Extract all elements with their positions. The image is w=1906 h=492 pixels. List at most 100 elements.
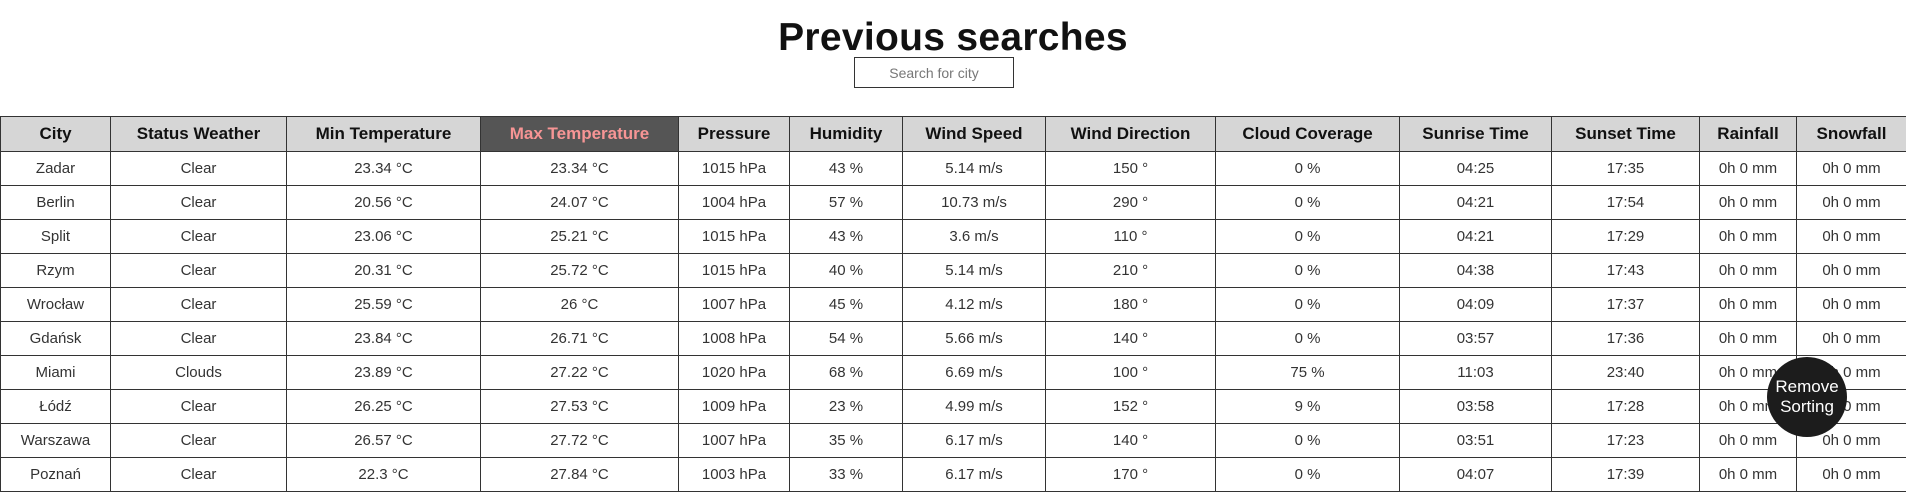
- cell-sunset: 17:37: [1551, 287, 1700, 322]
- column-header-wind-direction[interactable]: Wind Direction: [1045, 116, 1216, 152]
- column-header-cloud[interactable]: Cloud Coverage: [1215, 116, 1400, 152]
- cell-pressure: 1008 hPa: [678, 321, 790, 356]
- cell-min-temp: 26.25 °C: [286, 389, 481, 424]
- cell-status: Clear: [110, 253, 287, 288]
- column-header-humidity[interactable]: Humidity: [789, 116, 903, 152]
- cell-wind-direction: 110 °: [1045, 219, 1216, 254]
- cell-max-temp: 25.72 °C: [480, 253, 679, 288]
- column-header-sunset[interactable]: Sunset Time: [1551, 116, 1700, 152]
- cell-min-temp: 23.34 °C: [286, 151, 481, 186]
- cell-pressure: 1020 hPa: [678, 355, 790, 390]
- table-row: Berlin Clear 20.56 °C 24.07 °C 1004 hPa 57 % 1…: [0, 185, 1906, 220]
- cell-cloud: 0 %: [1215, 151, 1400, 186]
- column-header-city[interactable]: City: [0, 116, 111, 152]
- cell-max-temp: 27.84 °C: [480, 457, 679, 492]
- column-header-snowfall[interactable]: Snowfall: [1796, 116, 1906, 152]
- cell-min-temp: 25.59 °C: [286, 287, 481, 322]
- cell-wind-direction: 100 °: [1045, 355, 1216, 390]
- cell-city: Miami: [0, 355, 111, 390]
- cell-city: Poznań: [0, 457, 111, 492]
- cell-status: Clouds: [110, 355, 287, 390]
- column-header-min-temp[interactable]: Min Temperature: [286, 116, 481, 152]
- cell-status: Clear: [110, 389, 287, 424]
- cell-status: Clear: [110, 185, 287, 220]
- cell-humidity: 54 %: [789, 321, 903, 356]
- cell-min-temp: 20.31 °C: [286, 253, 481, 288]
- page-title: Previous searches: [778, 16, 1128, 59]
- cell-rainfall: 0h 0 mm: [1699, 219, 1797, 254]
- cell-status: Clear: [110, 287, 287, 322]
- table-row: Łódź Clear 26.25 °C 27.53 °C 1009 hPa 23 % 4.9…: [0, 389, 1906, 424]
- cell-sunrise: 04:38: [1399, 253, 1552, 288]
- column-header-pressure[interactable]: Pressure: [678, 116, 790, 152]
- cell-cloud: 0 %: [1215, 185, 1400, 220]
- cell-rainfall: 0h 0 mm: [1699, 287, 1797, 322]
- column-header-wind-speed[interactable]: Wind Speed: [902, 116, 1046, 152]
- cell-sunrise: 04:25: [1399, 151, 1552, 186]
- cell-cloud: 9 %: [1215, 389, 1400, 424]
- cell-wind-speed: 4.99 m/s: [902, 389, 1046, 424]
- cell-sunrise: 04:09: [1399, 287, 1552, 322]
- cell-snowfall: 0h 0 mm: [1796, 219, 1906, 254]
- cell-humidity: 40 %: [789, 253, 903, 288]
- cell-wind-speed: 6.17 m/s: [902, 457, 1046, 492]
- cell-cloud: 0 %: [1215, 457, 1400, 492]
- cell-pressure: 1007 hPa: [678, 423, 790, 458]
- cell-min-temp: 26.57 °C: [286, 423, 481, 458]
- cell-wind-direction: 152 °: [1045, 389, 1216, 424]
- cell-humidity: 35 %: [789, 423, 903, 458]
- cell-sunset: 17:29: [1551, 219, 1700, 254]
- cell-wind-speed: 5.14 m/s: [902, 253, 1046, 288]
- cell-wind-direction: 140 °: [1045, 321, 1216, 356]
- cell-snowfall: 0h 0 mm: [1796, 457, 1906, 492]
- cell-city: Wrocław: [0, 287, 111, 322]
- cell-max-temp: 25.21 °C: [480, 219, 679, 254]
- cell-wind-direction: 170 °: [1045, 457, 1216, 492]
- cell-cloud: 0 %: [1215, 253, 1400, 288]
- cell-sunrise: 04:21: [1399, 219, 1552, 254]
- cell-humidity: 68 %: [789, 355, 903, 390]
- cell-wind-speed: 5.14 m/s: [902, 151, 1046, 186]
- column-header-rainfall[interactable]: Rainfall: [1699, 116, 1797, 152]
- cell-city: Split: [0, 219, 111, 254]
- cell-wind-direction: 140 °: [1045, 423, 1216, 458]
- cell-snowfall: 0h 0 mm: [1796, 185, 1906, 220]
- cell-sunset: 17:35: [1551, 151, 1700, 186]
- cell-city: Zadar: [0, 151, 111, 186]
- cell-rainfall: 0h 0 mm: [1699, 253, 1797, 288]
- cell-cloud: 0 %: [1215, 287, 1400, 322]
- cell-wind-direction: 290 °: [1045, 185, 1216, 220]
- cell-min-temp: 20.56 °C: [286, 185, 481, 220]
- cell-pressure: 1009 hPa: [678, 389, 790, 424]
- search-input[interactable]: [854, 57, 1014, 88]
- cell-cloud: 75 %: [1215, 355, 1400, 390]
- remove-sorting-button[interactable]: Remove Sorting: [1767, 357, 1847, 437]
- cell-humidity: 43 %: [789, 219, 903, 254]
- cell-sunset: 17:23: [1551, 423, 1700, 458]
- cell-status: Clear: [110, 219, 287, 254]
- cell-wind-speed: 3.6 m/s: [902, 219, 1046, 254]
- cell-cloud: 0 %: [1215, 321, 1400, 356]
- cell-humidity: 45 %: [789, 287, 903, 322]
- cell-snowfall: 0h 0 mm: [1796, 321, 1906, 356]
- cell-sunrise: 03:51: [1399, 423, 1552, 458]
- cell-sunset: 23:40: [1551, 355, 1700, 390]
- table-body: Zadar Clear 23.34 °C 23.34 °C 1015 hPa 43 % 5.…: [0, 151, 1906, 492]
- cell-max-temp: 26.71 °C: [480, 321, 679, 356]
- column-header-sunrise[interactable]: Sunrise Time: [1399, 116, 1552, 152]
- cell-sunset: 17:36: [1551, 321, 1700, 356]
- cell-wind-speed: 6.69 m/s: [902, 355, 1046, 390]
- cell-wind-speed: 10.73 m/s: [902, 185, 1046, 220]
- cell-sunrise: 04:21: [1399, 185, 1552, 220]
- cell-min-temp: 22.3 °C: [286, 457, 481, 492]
- column-header-max-temp[interactable]: Max Temperature: [480, 116, 679, 152]
- table-row: Rzym Clear 20.31 °C 25.72 °C 1015 hPa 40 % 5.1…: [0, 253, 1906, 288]
- cell-sunset: 17:28: [1551, 389, 1700, 424]
- cell-status: Clear: [110, 423, 287, 458]
- cell-cloud: 0 %: [1215, 219, 1400, 254]
- cell-sunrise: 03:58: [1399, 389, 1552, 424]
- cell-humidity: 43 %: [789, 151, 903, 186]
- cell-min-temp: 23.84 °C: [286, 321, 481, 356]
- column-header-status[interactable]: Status Weather: [110, 116, 287, 152]
- cell-humidity: 57 %: [789, 185, 903, 220]
